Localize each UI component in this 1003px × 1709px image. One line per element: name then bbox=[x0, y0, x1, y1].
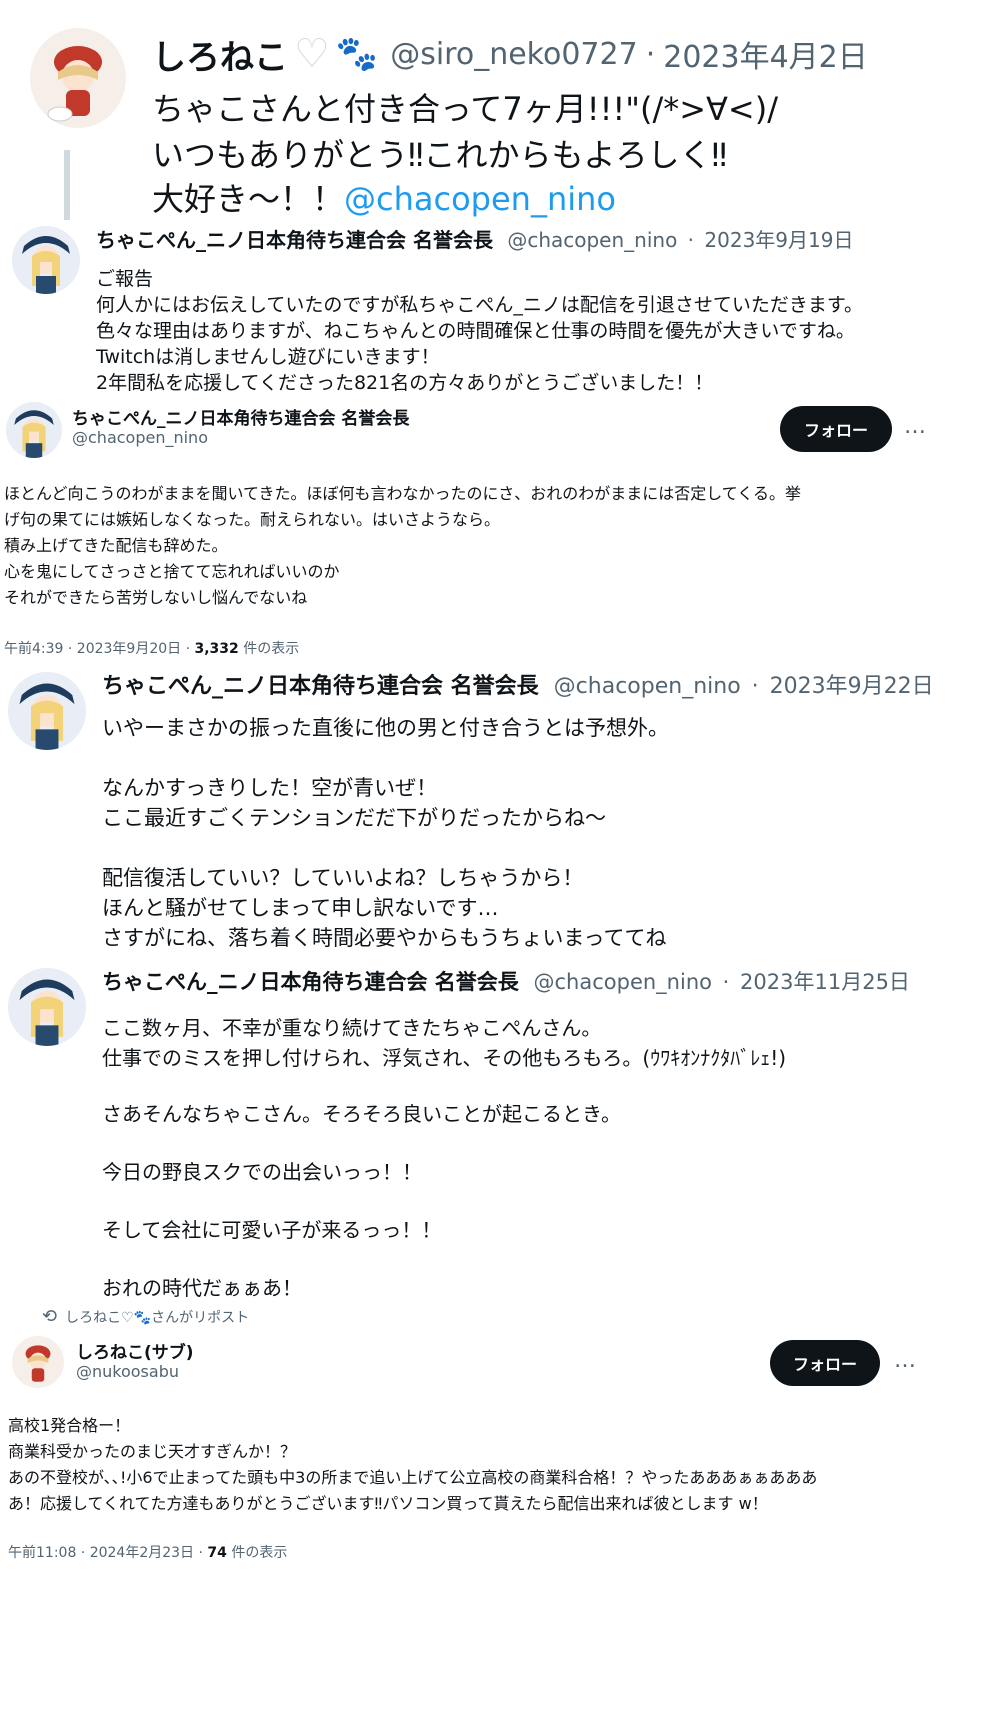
repost-text[interactable]: しろねこ♡🐾さんがリポスト bbox=[65, 1310, 249, 1326]
more-options-icon[interactable]: … bbox=[904, 414, 927, 439]
post-text-line: 心を鬼にしてさっさと捨てて忘れればいいのか bbox=[4, 562, 340, 581]
post-text-line: ここ数ヶ月、不幸が重なり続けてきたちゃこぺんさん。 bbox=[102, 1016, 602, 1040]
separator: · bbox=[645, 36, 656, 72]
avatar-shironeko-sub[interactable] bbox=[12, 1336, 64, 1388]
post-text-line: なんかすっきりした！空が青いぜ！ bbox=[102, 776, 438, 800]
post-text-line: ほとんど向こうのわがままを聞いてきた。ほぼ何も言わなかったのにさ、おれのわがまま… bbox=[4, 484, 801, 503]
post-text-line: 商業科受かったのまじ天才すぎんか！？ bbox=[8, 1442, 297, 1461]
author-name[interactable]: ちゃこぺん_ニノ日本角待ち連合会 名誉会長 bbox=[102, 970, 519, 994]
avatar-chacopen[interactable] bbox=[8, 968, 86, 1046]
post-text-line: おれの時代だぁぁあ！ bbox=[102, 1276, 302, 1300]
heart-icon: ♡ bbox=[294, 31, 330, 77]
view-count: 3,332 bbox=[194, 641, 239, 657]
post-text-line: 仕事でのミスを押し付けられ、浮気され、その他もろもろ。(ｳﾜｷｵﾝﾅｸﾀﾊﾞﾚｪ… bbox=[102, 1046, 787, 1070]
post-text-line: 高校1発合格ー！ bbox=[8, 1416, 131, 1435]
post-text-line: 何人かにはお伝えしていたのですが私ちゃこぺん_ニノは配信を引退させていただきます… bbox=[96, 294, 864, 316]
repost-icon: ⟲ bbox=[42, 1306, 58, 1327]
post-text-line: いやーまさかの振った直後に他の男と付き合うとは予想外。 bbox=[102, 716, 669, 740]
post-date[interactable]: 2023年11月25日 bbox=[740, 970, 910, 994]
post-date[interactable]: 2023年4月2日 bbox=[663, 32, 868, 76]
post-text-line: 2年間私を応援してくださった821名の方々ありがとうございました！！ bbox=[96, 372, 714, 394]
post-text-line: ここ最近すごくテンションだだ下がりだったからね〜 bbox=[102, 806, 606, 830]
post-date[interactable]: 2023年9月22日 bbox=[770, 674, 934, 699]
post-text-line: さあそんなちゃこさん。そろそろ良いことが起こるとき。 bbox=[102, 1102, 621, 1126]
post-text-line: あの不登校が､､!小6で止まってた頭も中3の所まで追い上げて公立高校の商業科合格… bbox=[8, 1468, 818, 1487]
author-handle[interactable]: @chacopen_nino bbox=[534, 970, 712, 994]
views-label: 件の表示 bbox=[238, 641, 300, 657]
more-options-icon[interactable]: … bbox=[894, 1348, 917, 1373]
post-text-line: 色々な理由はありますが、ねこちゃんとの時間確保と仕事の時間を優先が大きいですね。 bbox=[96, 320, 855, 342]
post-text-line: げ句の果てには嫉妬しなくなった。耐えられない。はいさようなら。 bbox=[4, 510, 501, 529]
author-handle[interactable]: @nukoosabu bbox=[76, 1362, 179, 1381]
views-label: 件の表示 bbox=[226, 1545, 288, 1561]
post-text-line: 大好き〜！！ bbox=[152, 180, 345, 218]
post-text-line: ほんと騒がせてしまって申し訳ないです… bbox=[102, 896, 499, 920]
author-name[interactable]: しろねこ(サブ) bbox=[76, 1338, 194, 1363]
post-text-line: 積み上げてきた配信も辞めた。 bbox=[4, 536, 228, 555]
post-text-line: あ！応援してくれてた方達もありがとうございます‼パソコン買って貰えたら配信出来れ… bbox=[8, 1494, 768, 1513]
avatar-chacopen[interactable] bbox=[12, 226, 80, 294]
author-name[interactable]: ちゃこぺん_ニノ日本角待ち連合会 名誉会長 bbox=[96, 228, 493, 252]
author-handle[interactable]: @chacopen_nino bbox=[507, 228, 677, 252]
post-text-line: ご報告 bbox=[96, 268, 154, 290]
post-text-line: いつもありがとう‼これからもよろしく‼ bbox=[152, 136, 728, 174]
mention-link[interactable]: @chacopen_nino bbox=[344, 180, 616, 218]
avatar-chacopen[interactable] bbox=[6, 402, 62, 458]
author-name[interactable]: ちゃこぺん_ニノ日本角待ち連合会 名誉会長 bbox=[72, 404, 409, 429]
post-meta: 午前4:39 · 2023年9月20日 · 3,332 件の表示 bbox=[4, 638, 299, 658]
post-text-line: ちゃこさんと付き合って7ヶ月!!!"(/*>∀<)/ bbox=[152, 90, 779, 128]
post-text-line: Twitchは消しませんし遊びにいきます！ bbox=[96, 346, 440, 368]
author-handle[interactable]: @siro_neko0727 bbox=[390, 37, 637, 72]
follow-button[interactable]: フォロー bbox=[780, 406, 892, 452]
separator: · bbox=[687, 228, 695, 252]
post-text-line: さすがにね、落ち着く時間必要やからもうちょいまっててね bbox=[102, 926, 667, 950]
post-text-line: それができたら苦労しないし悩んでないね bbox=[4, 588, 308, 607]
paw-icon: 🐾 bbox=[335, 34, 379, 74]
avatar-shironeko[interactable] bbox=[30, 28, 126, 128]
separator: · bbox=[722, 970, 730, 994]
post-text-line: そして会社に可愛い子が来るっっ！！ bbox=[102, 1218, 442, 1242]
author-name[interactable]: ちゃこぺん_ニノ日本角待ち連合会 名誉会長 bbox=[102, 674, 539, 699]
post-text-line: 配信復活していい？していいよね？しちゃうから！ bbox=[102, 866, 584, 890]
avatar-chacopen[interactable] bbox=[8, 672, 86, 750]
separator: · bbox=[751, 674, 759, 699]
follow-button[interactable]: フォロー bbox=[770, 1340, 880, 1386]
post-timestamp[interactable]: 午前11:08 · 2024年2月23日 · bbox=[8, 1545, 207, 1561]
author-name[interactable]: しろねこ bbox=[152, 30, 288, 79]
view-count: 74 bbox=[207, 1545, 227, 1561]
post-meta: 午前11:08 · 2024年2月23日 · 74 件の表示 bbox=[8, 1542, 287, 1562]
post-text-line: 今日の野良スクでの出会いっっ！！ bbox=[102, 1160, 422, 1184]
author-handle[interactable]: @chacopen_nino bbox=[554, 674, 741, 699]
author-handle[interactable]: @chacopen_nino bbox=[72, 428, 208, 447]
thread-connector bbox=[64, 150, 70, 220]
repost-indicator: ⟲ しろねこ♡🐾さんがリポスト bbox=[42, 1306, 249, 1327]
post-timestamp[interactable]: 午前4:39 · 2023年9月20日 · bbox=[4, 641, 195, 657]
post-date[interactable]: 2023年9月19日 bbox=[704, 228, 853, 252]
